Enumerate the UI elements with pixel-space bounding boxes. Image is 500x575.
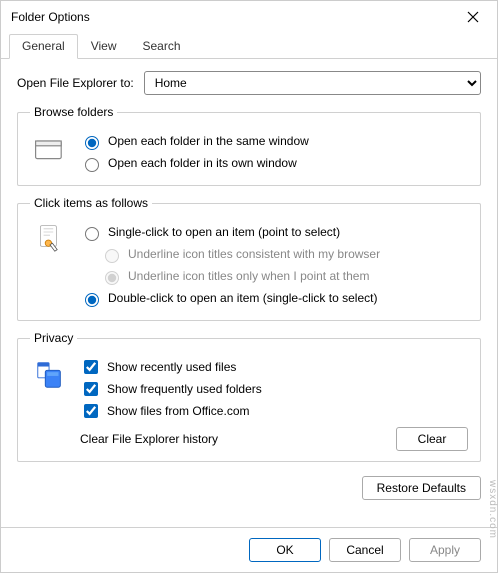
radio-underline-point: Underline icon titles only when I point …	[100, 266, 468, 286]
titlebar: Folder Options	[1, 1, 497, 33]
tab-general[interactable]: General	[9, 34, 78, 59]
click-items-legend: Click items as follows	[30, 196, 152, 210]
tab-view[interactable]: View	[78, 34, 130, 58]
click-items-icon	[30, 220, 70, 256]
folder-options-dialog: Folder Options General View Search Open …	[0, 0, 498, 573]
close-icon	[467, 11, 479, 23]
radio-own-window[interactable]: Open each folder in its own window	[80, 153, 468, 173]
radio-same-window[interactable]: Open each folder in the same window	[80, 131, 468, 151]
apply-button: Apply	[409, 538, 481, 562]
browse-folders-group: Browse folders Open each folder in the s…	[17, 105, 481, 186]
radio-double-click[interactable]: Double-click to open an item (single-cli…	[80, 288, 468, 308]
checkbox-frequent-folders[interactable]: Show frequently used folders	[80, 379, 468, 399]
browse-folders-legend: Browse folders	[30, 105, 117, 119]
clear-button[interactable]: Clear	[396, 427, 468, 451]
browse-folders-icon	[30, 129, 70, 165]
restore-row: Restore Defaults	[17, 472, 481, 506]
click-items-group: Click items as follows Single-click to o…	[17, 196, 481, 321]
general-panel: Open File Explorer to: Home Browse folde…	[1, 59, 497, 527]
clear-history-row: Clear File Explorer history Clear	[80, 427, 468, 451]
radio-single-click[interactable]: Single-click to open an item (point to s…	[80, 222, 468, 242]
dialog-buttons: OK Cancel Apply	[1, 527, 497, 572]
open-explorer-label: Open File Explorer to:	[17, 76, 134, 90]
open-explorer-combo[interactable]: Home	[144, 71, 481, 95]
checkbox-office-files[interactable]: Show files from Office.com	[80, 401, 468, 421]
restore-defaults-button[interactable]: Restore Defaults	[362, 476, 481, 500]
watermark: wsxdn.com	[487, 480, 498, 539]
privacy-group: Privacy Show recently used files Show fr…	[17, 331, 481, 462]
tab-search[interactable]: Search	[130, 34, 194, 58]
open-explorer-row: Open File Explorer to: Home	[17, 71, 481, 95]
close-button[interactable]	[453, 3, 493, 31]
clear-history-label: Clear File Explorer history	[80, 432, 396, 446]
cancel-button[interactable]: Cancel	[329, 538, 401, 562]
checkbox-recent-files[interactable]: Show recently used files	[80, 357, 468, 377]
window-title: Folder Options	[11, 10, 453, 24]
radio-underline-browser: Underline icon titles consistent with my…	[100, 244, 468, 264]
privacy-legend: Privacy	[30, 331, 77, 345]
privacy-icon	[30, 355, 70, 391]
tab-bar: General View Search	[1, 33, 497, 59]
ok-button[interactable]: OK	[249, 538, 321, 562]
